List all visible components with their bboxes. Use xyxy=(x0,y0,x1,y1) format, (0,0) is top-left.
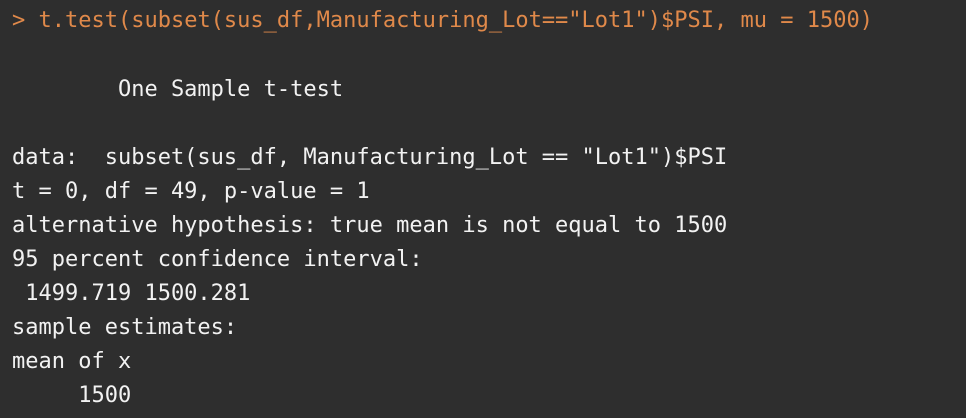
alternative-hypothesis-line: alternative hypothesis: true mean is not… xyxy=(12,213,728,238)
data-line: data: subset(sus_df, Manufacturing_Lot =… xyxy=(12,145,728,170)
test-title: One Sample t-test xyxy=(12,77,344,102)
sample-estimates-label: sample estimates: xyxy=(12,315,238,340)
confidence-interval-values: 1499.719 1500.281 xyxy=(12,281,251,306)
command-text: t.test(subset(sus_df,Manufacturing_Lot==… xyxy=(38,8,873,33)
command-line[interactable]: > t.test(subset(sus_df,Manufacturing_Lot… xyxy=(12,8,873,34)
stats-line: t = 0, df = 49, p-value = 1 xyxy=(12,179,370,204)
command-prompt: > xyxy=(12,8,26,33)
estimate-value: 1500 xyxy=(12,383,132,408)
estimate-name: mean of x xyxy=(12,349,132,374)
confidence-interval-label: 95 percent confidence interval: xyxy=(12,247,423,272)
r-console[interactable]: > t.test(subset(sus_df,Manufacturing_Lot… xyxy=(0,0,966,418)
